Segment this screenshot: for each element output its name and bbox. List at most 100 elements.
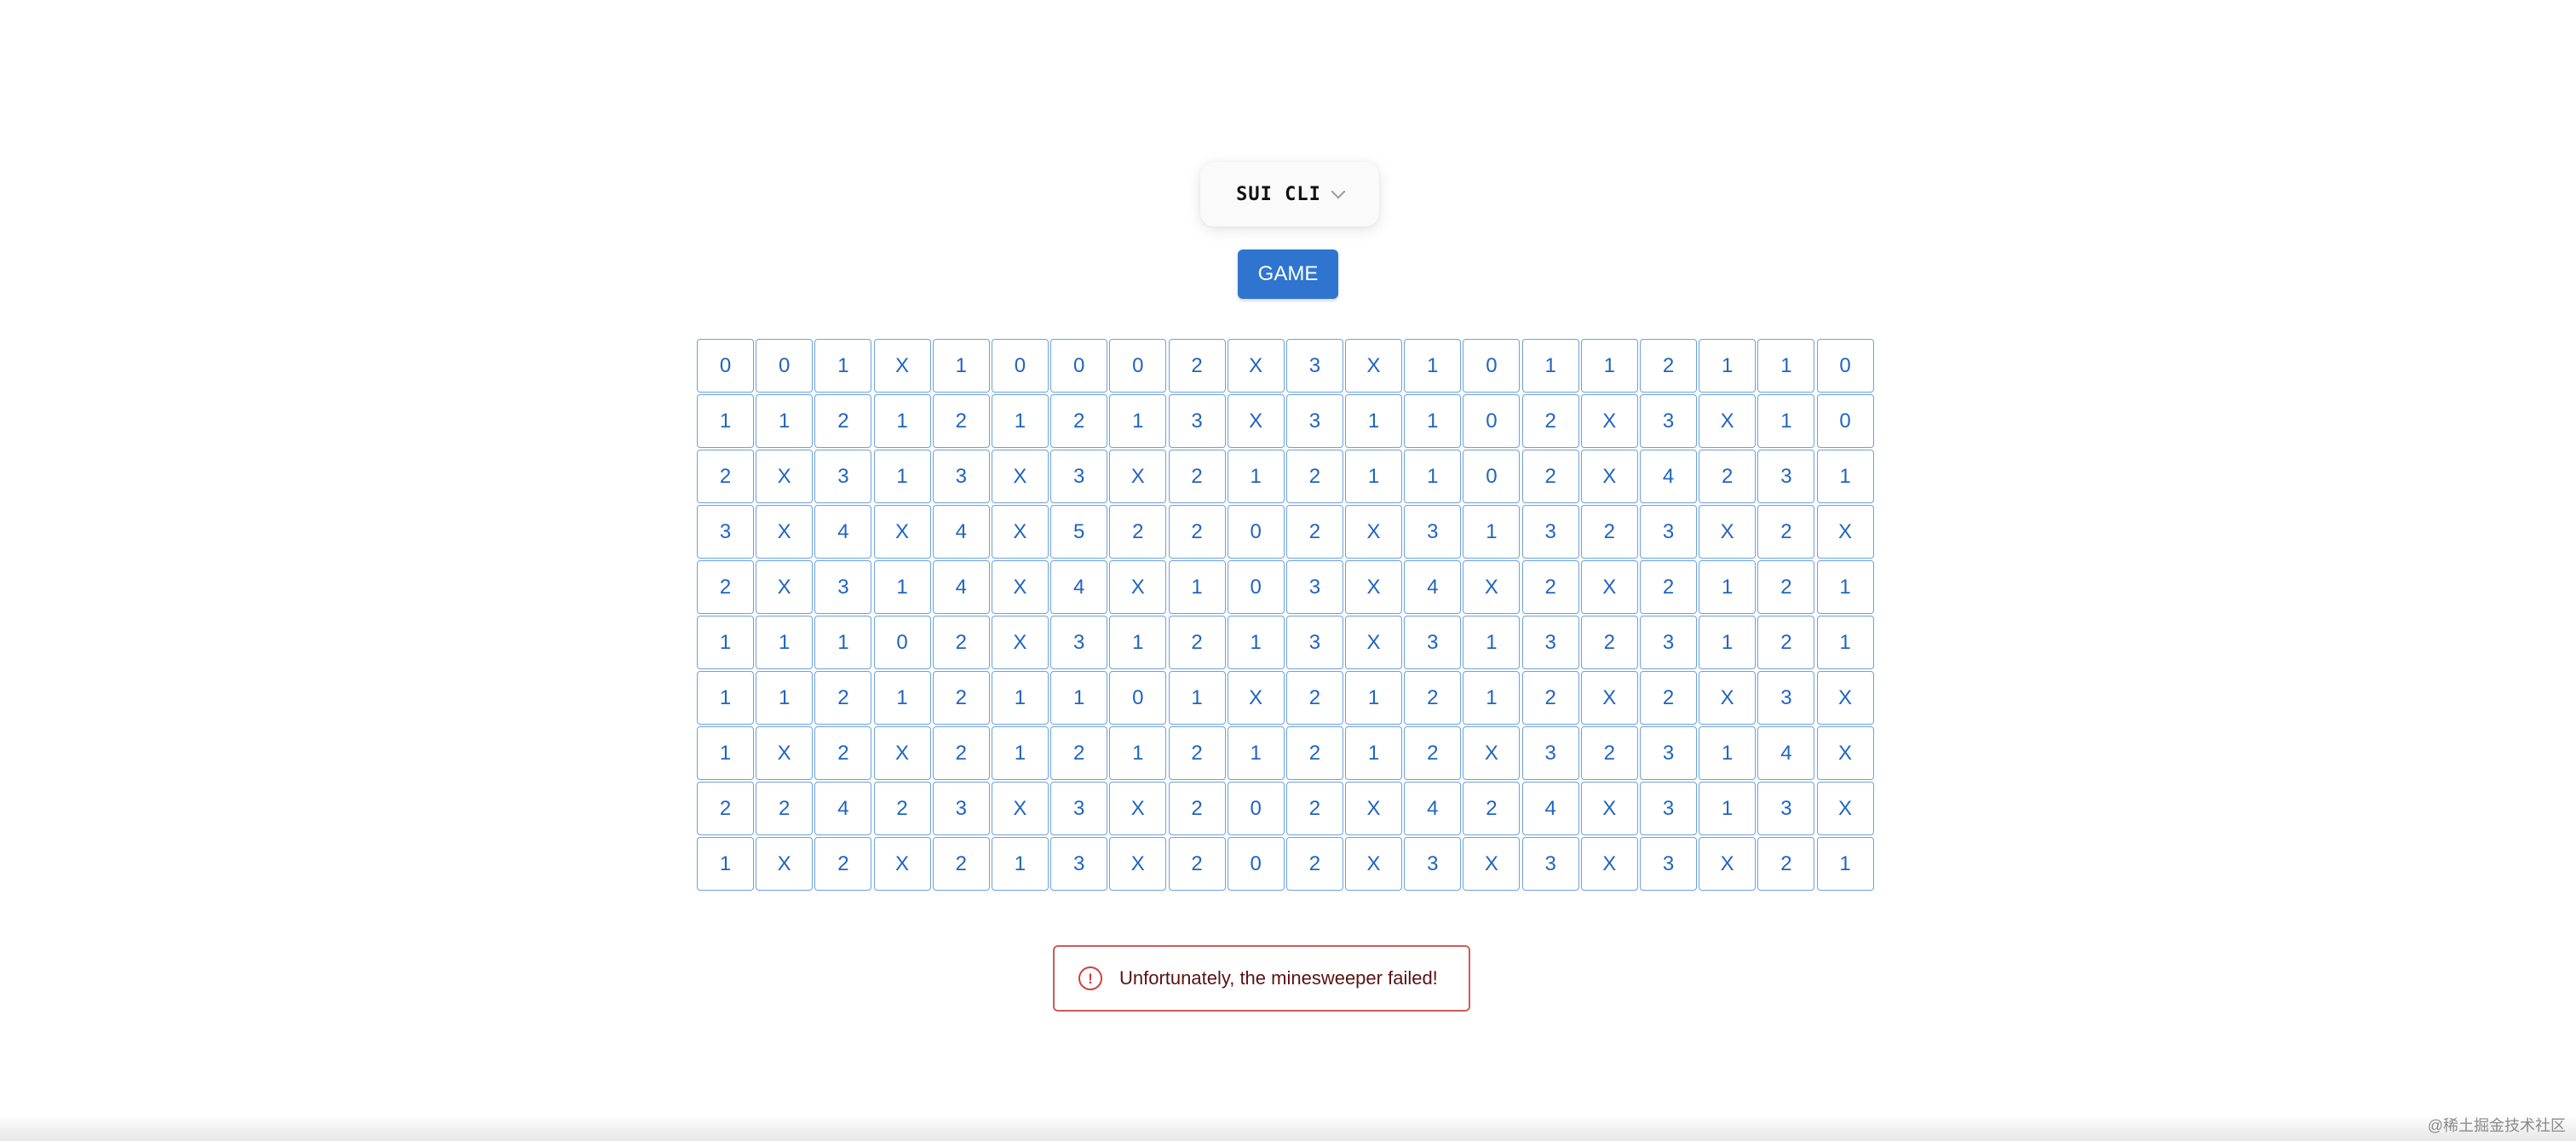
board-cell[interactable]: 3: [1285, 394, 1343, 448]
board-cell[interactable]: 2: [1050, 726, 1108, 780]
board-cell-mine[interactable]: X: [991, 450, 1049, 503]
board-cell-mine[interactable]: X: [1699, 394, 1757, 448]
board-cell-mine[interactable]: X: [756, 560, 814, 614]
board-cell[interactable]: 0: [1227, 505, 1285, 559]
board-cell[interactable]: 1: [1463, 616, 1521, 669]
board-cell[interactable]: 2: [1463, 782, 1521, 835]
board-cell[interactable]: 2: [1404, 671, 1462, 725]
board-cell[interactable]: 0: [697, 339, 754, 393]
board-cell[interactable]: 2: [1168, 837, 1226, 891]
board-cell[interactable]: 2: [814, 726, 872, 780]
board-cell-mine[interactable]: X: [1463, 560, 1521, 614]
board-cell-mine[interactable]: X: [1345, 339, 1403, 393]
board-cell[interactable]: 2: [1168, 616, 1226, 669]
board-cell[interactable]: 2: [1285, 726, 1343, 780]
board-cell[interactable]: 2: [697, 560, 754, 614]
board-cell[interactable]: 1: [697, 671, 754, 725]
board-cell-mine[interactable]: X: [1580, 394, 1638, 448]
board-cell[interactable]: 0: [991, 339, 1049, 393]
board-cell[interactable]: 2: [697, 782, 754, 835]
board-cell[interactable]: 2: [1640, 671, 1697, 725]
board-cell-mine[interactable]: X: [1816, 726, 1874, 780]
board-cell[interactable]: 2: [814, 671, 872, 725]
board-cell[interactable]: 2: [1168, 450, 1226, 503]
board-cell[interactable]: 2: [932, 671, 990, 725]
board-cell[interactable]: 0: [1227, 782, 1285, 835]
board-cell[interactable]: 0: [1227, 837, 1285, 891]
board-cell[interactable]: 2: [1757, 837, 1815, 891]
board-cell-mine[interactable]: X: [1463, 726, 1521, 780]
board-cell-mine[interactable]: X: [991, 616, 1049, 669]
board-cell-mine[interactable]: X: [873, 726, 931, 780]
board-cell[interactable]: 1: [1404, 450, 1462, 503]
board-cell[interactable]: 0: [756, 339, 814, 393]
board-cell[interactable]: 4: [814, 782, 872, 835]
board-cell[interactable]: 2: [1285, 837, 1343, 891]
board-cell[interactable]: 1: [1404, 339, 1462, 393]
board-cell[interactable]: 4: [1050, 560, 1108, 614]
board-cell[interactable]: 2: [1757, 616, 1815, 669]
board-cell[interactable]: 0: [1816, 339, 1874, 393]
board-cell[interactable]: 3: [697, 505, 754, 559]
board-cell[interactable]: 4: [932, 505, 990, 559]
board-cell[interactable]: 3: [1050, 837, 1108, 891]
board-cell[interactable]: 4: [1757, 726, 1815, 780]
board-cell[interactable]: 2: [1168, 726, 1226, 780]
board-cell-mine[interactable]: X: [1816, 505, 1874, 559]
board-cell[interactable]: 3: [814, 560, 872, 614]
board-cell[interactable]: 3: [1640, 726, 1697, 780]
board-cell[interactable]: 1: [873, 671, 931, 725]
board-cell[interactable]: 2: [1109, 505, 1167, 559]
game-button[interactable]: GAME: [1238, 249, 1338, 299]
board-cell[interactable]: 1: [1757, 339, 1815, 393]
board-cell[interactable]: 3: [1521, 505, 1579, 559]
board-cell[interactable]: 1: [697, 726, 754, 780]
board-cell[interactable]: 3: [1168, 394, 1226, 448]
board-cell[interactable]: 3: [1285, 560, 1343, 614]
board-cell[interactable]: 3: [1640, 394, 1697, 448]
board-cell[interactable]: 4: [1521, 782, 1579, 835]
board-cell[interactable]: 0: [1227, 560, 1285, 614]
board-cell[interactable]: 1: [1816, 450, 1874, 503]
board-cell[interactable]: 3: [1404, 616, 1462, 669]
board-cell[interactable]: 1: [1816, 616, 1874, 669]
board-cell[interactable]: 1: [1050, 671, 1108, 725]
board-cell[interactable]: 1: [697, 837, 754, 891]
board-cell-mine[interactable]: X: [1227, 394, 1285, 448]
board-cell[interactable]: 2: [814, 837, 872, 891]
board-cell[interactable]: 3: [1404, 837, 1462, 891]
board-cell[interactable]: 4: [1404, 782, 1462, 835]
board-cell[interactable]: 0: [873, 616, 931, 669]
board-cell[interactable]: 1: [1404, 394, 1462, 448]
board-cell[interactable]: 3: [1521, 616, 1579, 669]
board-cell[interactable]: 3: [1640, 837, 1697, 891]
board-cell[interactable]: 1: [814, 616, 872, 669]
board-cell[interactable]: 2: [1285, 505, 1343, 559]
board-cell[interactable]: 2: [1050, 394, 1108, 448]
board-cell[interactable]: 1: [814, 339, 872, 393]
board-cell-mine[interactable]: X: [991, 505, 1049, 559]
board-cell[interactable]: 2: [1168, 782, 1226, 835]
board-cell[interactable]: 2: [1640, 339, 1697, 393]
board-cell[interactable]: 2: [932, 394, 990, 448]
board-cell[interactable]: 1: [991, 394, 1049, 448]
board-cell[interactable]: 1: [1463, 505, 1521, 559]
board-cell-mine[interactable]: X: [1345, 560, 1403, 614]
board-cell[interactable]: 3: [1757, 782, 1815, 835]
board-cell-mine[interactable]: X: [1699, 837, 1757, 891]
board-cell[interactable]: 2: [1640, 560, 1697, 614]
board-cell[interactable]: 1: [873, 450, 931, 503]
board-cell[interactable]: 1: [1345, 726, 1403, 780]
board-cell-mine[interactable]: X: [1345, 782, 1403, 835]
board-cell[interactable]: 2: [1168, 505, 1226, 559]
board-cell[interactable]: 2: [1285, 450, 1343, 503]
board-cell[interactable]: 3: [1050, 782, 1108, 835]
board-cell[interactable]: 1: [1699, 726, 1757, 780]
board-cell[interactable]: 2: [1168, 339, 1226, 393]
board-cell[interactable]: 1: [1227, 726, 1285, 780]
board-cell[interactable]: 2: [1404, 726, 1462, 780]
board-cell[interactable]: 2: [1521, 394, 1579, 448]
board-cell[interactable]: 0: [1463, 339, 1521, 393]
board-cell-mine[interactable]: X: [1109, 837, 1167, 891]
board-cell[interactable]: 2: [697, 450, 754, 503]
